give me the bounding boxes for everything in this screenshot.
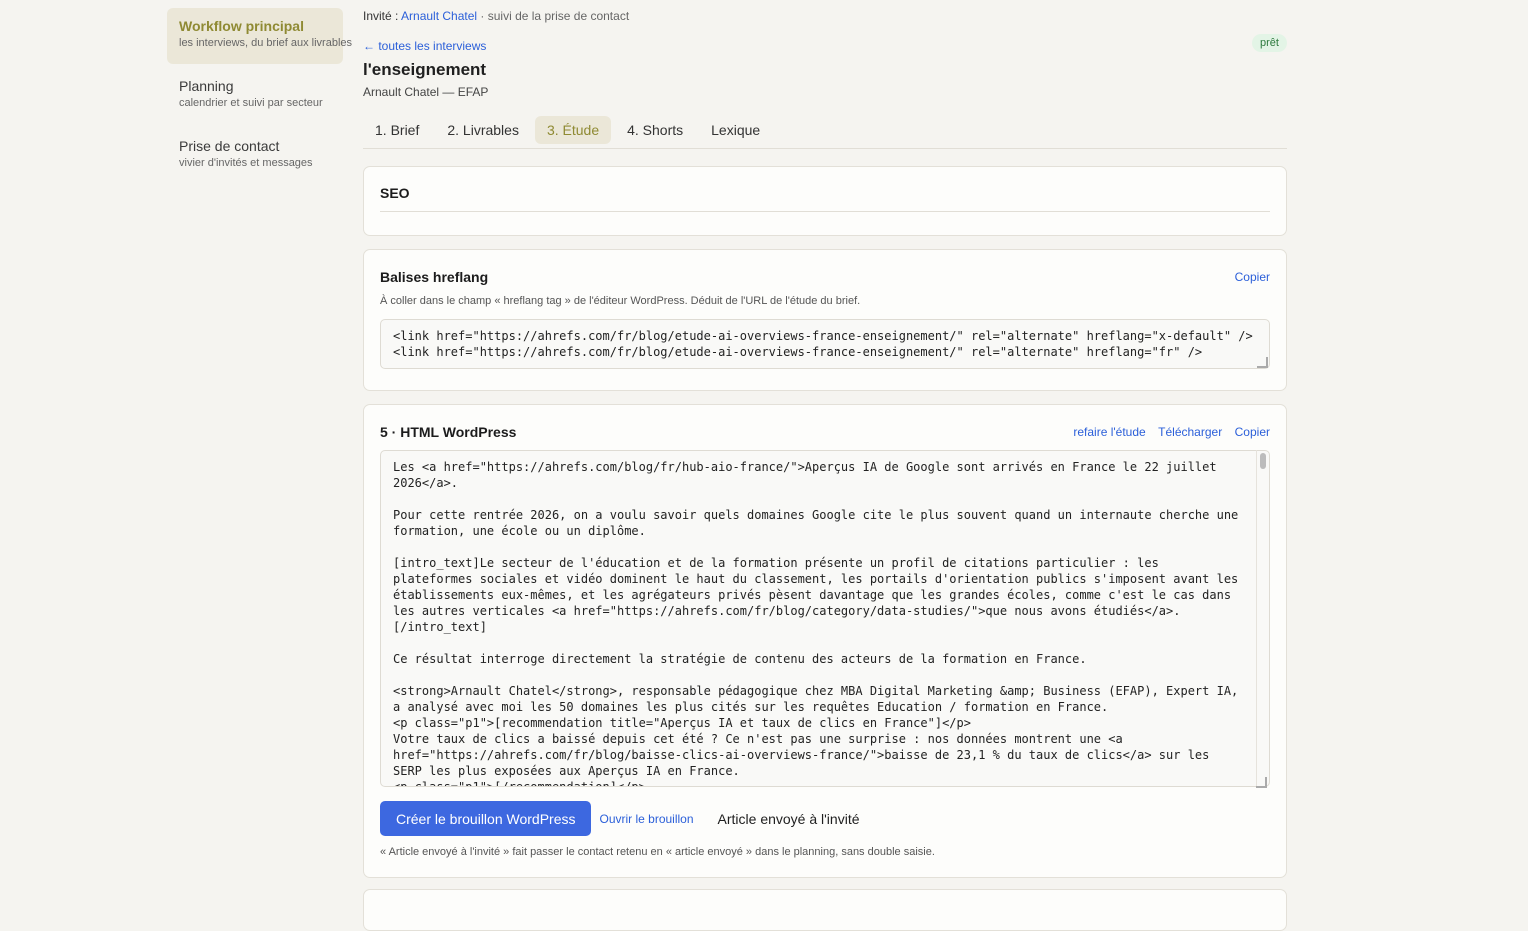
seo-card: SEO [363,166,1287,236]
sidebar-item-label: Prise de contact [179,138,280,154]
scrollbar[interactable] [1256,450,1270,787]
sidebar-item-sub: calendrier et suivi par secteur [179,97,323,109]
hreflang-textarea[interactable]: <link href="https://ahrefs.com/fr/blog/e… [380,319,1270,369]
create-wordpress-draft-button[interactable]: Créer le brouillon WordPress [380,801,592,836]
wordpress-html-textarea[interactable]: Les <a href="https://ahrefs.com/blog/fr/… [380,450,1270,787]
guest-link[interactable]: Arnault Chatel [401,9,477,23]
download-link[interactable]: Télécharger [1158,425,1222,439]
breadcrumb-label: Invité : [363,9,399,23]
sidebar-item-planning[interactable]: Planning calendrier et suivi par secteur [167,68,343,124]
open-draft-link[interactable]: Ouvrir le brouillon [599,812,693,826]
breadcrumb-suffix: · suivi de la prise de contact [477,9,630,23]
resize-handle-icon[interactable] [1257,357,1268,368]
sidebar-item-contact[interactable]: Prise de contact vivier d'invités et mes… [167,128,343,184]
sidebar-item-workflow[interactable]: Workflow principal les interviews, du br… [167,8,353,64]
tab-shorts[interactable]: 4. Shorts [615,116,695,144]
tab-livrables[interactable]: 2. Livrables [435,116,531,144]
sidebar-item-label: Workflow principal [179,18,304,34]
sidebar-item-sub: les interviews, du brief aux livrables [179,37,353,49]
scrollbar-thumb[interactable] [1260,453,1266,469]
hreflang-help-text: À coller dans le champ « hreflang tag » … [380,295,861,307]
tab-etude[interactable]: 3. Étude [534,116,612,144]
seo-title: SEO [380,185,410,201]
article-sent-help-text: « Article envoyé à l'invité » fait passe… [380,846,935,858]
copy-html-button[interactable]: Copier [1235,425,1270,439]
breadcrumb: Invité : Arnault Chatel · suivi de la pr… [363,9,629,23]
sidebar: Workflow principal les interviews, du br… [167,8,353,188]
page-title: l'enseignement [363,60,487,79]
tab-brief[interactable]: 1. Brief [363,116,431,144]
wordpress-html-card: 5 · HTML WordPress refaire l'étude Téléc… [363,404,1287,878]
sidebar-item-label: Planning [179,78,234,94]
redo-study-link[interactable]: refaire l'étude [1073,425,1145,439]
hreflang-title: Balises hreflang [380,269,489,285]
status-badge: prêt [1252,34,1287,52]
copy-hreflang-button[interactable]: Copier [1235,270,1270,284]
wordpress-html-title: 5 · HTML WordPress [380,424,517,440]
resize-handle-icon[interactable] [1256,777,1267,788]
hreflang-card: Balises hreflang Copier À coller dans le… [363,249,1287,391]
tab-bar: 1. Brief 2. Livrables 3. Étude 4. Shorts… [363,116,1287,149]
article-sent-button[interactable]: Article envoyé à l'invité [718,811,860,827]
next-card [363,889,1287,931]
back-to-interviews-link[interactable]: ← toutes les interviews [363,39,486,53]
sidebar-item-sub: vivier d'invités et messages [179,157,313,169]
page-subtitle: Arnault Chatel — EFAP [363,85,489,99]
divider [380,211,1270,212]
tab-lexique[interactable]: Lexique [699,116,772,144]
